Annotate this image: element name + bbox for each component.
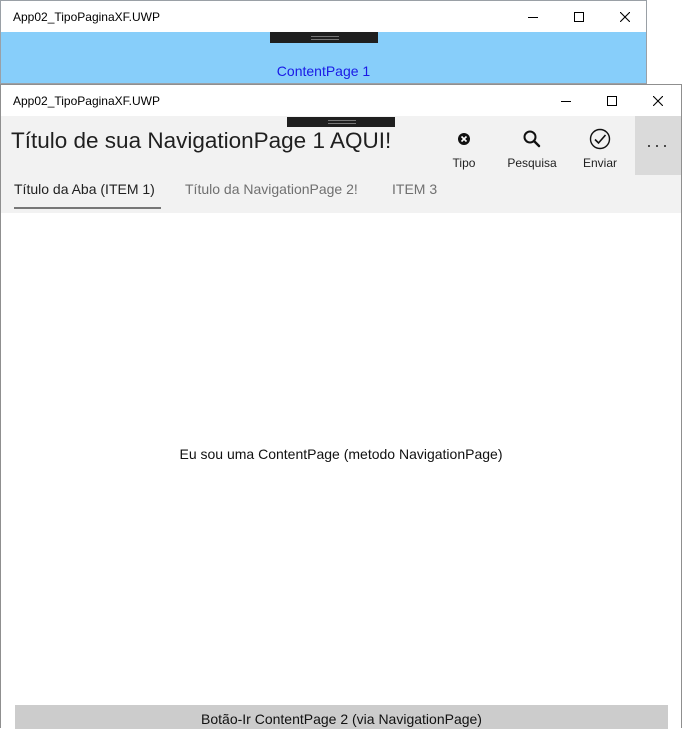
page-title: Título de sua NavigationPage 1 AQUI! bbox=[11, 128, 392, 153]
back-window[interactable]: App02_TipoPaginaXF.UWP ContentPage 1 bbox=[0, 0, 647, 84]
maximize-button[interactable] bbox=[589, 85, 635, 116]
close-icon bbox=[620, 11, 630, 22]
content-page-label: ContentPage 1 bbox=[276, 63, 371, 79]
maximize-button[interactable] bbox=[556, 1, 602, 32]
navigation-bar: Título de sua NavigationPage 1 AQUI! Tip… bbox=[1, 116, 681, 213]
maximize-icon bbox=[607, 95, 617, 106]
back-window-title: App02_TipoPaginaXF.UWP bbox=[13, 10, 160, 24]
command-enviar-button[interactable]: Enviar bbox=[566, 126, 634, 178]
command-tipo-label: Tipo bbox=[452, 156, 476, 170]
close-button[interactable] bbox=[635, 85, 681, 116]
close-icon bbox=[653, 95, 663, 106]
minimize-icon bbox=[561, 100, 571, 102]
tab-navigation-page-2[interactable]: Título da NavigationPage 2! bbox=[185, 181, 358, 197]
command-pesquisa-button[interactable]: Pesquisa bbox=[498, 126, 566, 178]
minimize-button[interactable] bbox=[543, 85, 589, 116]
search-icon bbox=[523, 130, 541, 148]
minimize-icon bbox=[528, 16, 538, 18]
front-window[interactable]: App02_TipoPaginaXF.UWP Título de sua Nav… bbox=[0, 84, 682, 729]
close-button[interactable] bbox=[602, 1, 648, 32]
command-enviar-label: Enviar bbox=[582, 156, 617, 170]
check-circle-icon bbox=[589, 128, 611, 150]
front-window-title: App02_TipoPaginaXF.UWP bbox=[13, 94, 160, 108]
minimize-button[interactable] bbox=[510, 1, 556, 32]
maximize-icon bbox=[574, 11, 584, 22]
tab-strip: Título da Aba (ITEM 1) Título da Navigat… bbox=[1, 180, 681, 210]
active-tab-indicator bbox=[14, 207, 161, 209]
content-page-text: Eu sou uma ContentPage (metodo Navigatio… bbox=[179, 446, 503, 462]
tab-item-1[interactable]: Título da Aba (ITEM 1) bbox=[14, 181, 155, 197]
command-tipo-button[interactable]: Tipo bbox=[430, 126, 498, 178]
drag-handle[interactable] bbox=[287, 117, 395, 127]
command-pesquisa-label: Pesquisa bbox=[507, 156, 557, 170]
close-circle-icon bbox=[458, 133, 470, 145]
tab-item-3[interactable]: ITEM 3 bbox=[392, 181, 437, 197]
go-content-page-2-button[interactable]: Botão-Ir ContentPage 2 (via NavigationPa… bbox=[15, 705, 668, 729]
front-window-titlebar[interactable]: App02_TipoPaginaXF.UWP bbox=[1, 85, 681, 116]
more-button[interactable]: ··· bbox=[635, 116, 681, 175]
back-page-content: ContentPage 1 bbox=[1, 32, 646, 83]
back-window-titlebar[interactable]: App02_TipoPaginaXF.UWP bbox=[1, 1, 646, 32]
drag-handle[interactable] bbox=[270, 32, 378, 43]
